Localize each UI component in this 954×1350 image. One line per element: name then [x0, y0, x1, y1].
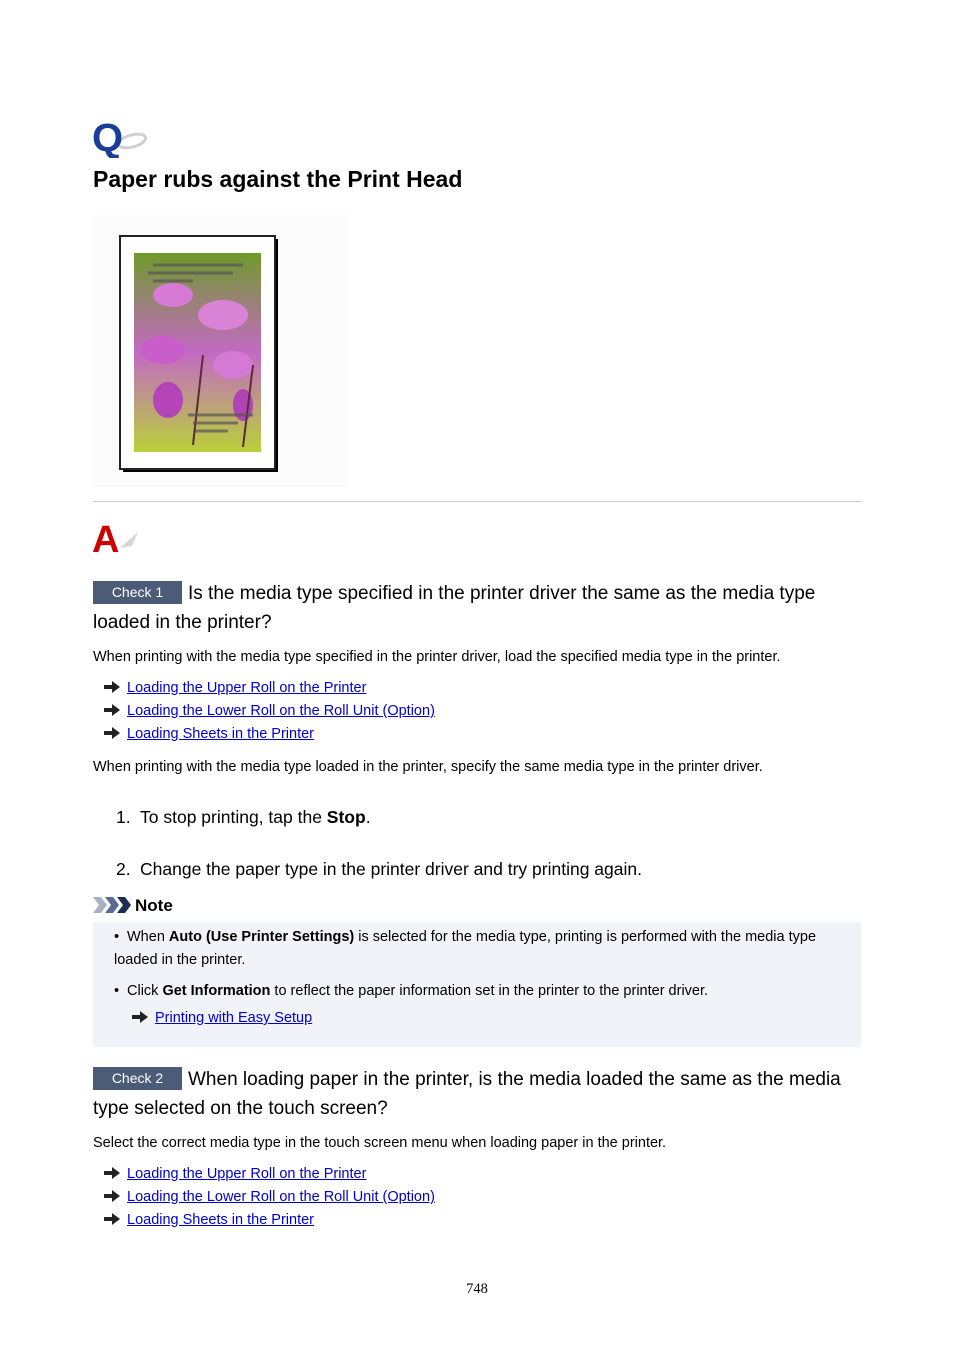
check-1-heading: Check 1 Is the media type specified in th…: [93, 579, 861, 637]
check-1-followup: When printing with the media type loaded…: [93, 759, 763, 775]
link-easy-setup[interactable]: Printing with Easy Setup: [155, 1010, 312, 1026]
link-item: Loading Sheets in the Printer: [104, 723, 435, 746]
arrow-right-icon: [104, 1190, 120, 1202]
note-link-item: Printing with Easy Setup: [132, 1010, 312, 1026]
arrow-right-icon: [104, 1167, 120, 1179]
question-q-icon: Q: [92, 116, 148, 160]
link-lower-roll[interactable]: Loading the Lower Roll on the Roll Unit …: [127, 1189, 435, 1205]
link-upper-roll[interactable]: Loading the Upper Roll on the Printer: [127, 1166, 366, 1182]
arrow-right-icon: [104, 681, 120, 693]
arrow-right-icon: [104, 704, 120, 716]
link-item: Loading the Upper Roll on the Printer: [104, 1163, 435, 1186]
note-heading: Note: [93, 896, 173, 916]
note-item: • When Auto (Use Printer Settings) is sel…: [114, 929, 817, 968]
check-2-question: When loading paper in the printer, is th…: [93, 1069, 841, 1119]
check-1-question: Is the media type specified in the print…: [93, 583, 816, 633]
link-item: Loading the Upper Roll on the Printer: [104, 677, 435, 700]
check-2-links: Loading the Upper Roll on the Printer Lo…: [104, 1163, 435, 1232]
check-1-badge: Check 1: [93, 581, 182, 604]
answer-a-icon: A: [92, 518, 142, 561]
check-2-badge: Check 2: [93, 1067, 182, 1090]
link-item: Loading the Lower Roll on the Roll Unit …: [104, 700, 435, 723]
note-item: • Click Get Information to reflect the pa…: [114, 983, 709, 999]
link-loading-sheets[interactable]: Loading Sheets in the Printer: [127, 726, 314, 742]
page-title: Paper rubs against the Print Head: [93, 166, 463, 192]
link-lower-roll[interactable]: Loading the Lower Roll on the Roll Unit …: [127, 703, 435, 719]
arrow-right-icon: [132, 1011, 148, 1023]
link-item: Loading the Lower Roll on the Roll Unit …: [104, 1186, 435, 1209]
arrow-right-icon: [104, 727, 120, 739]
link-loading-sheets[interactable]: Loading Sheets in the Printer: [127, 1212, 314, 1228]
check-2-intro: Select the correct media type in the tou…: [93, 1135, 667, 1151]
note-chevrons-icon: [93, 897, 131, 913]
check-1-intro: When printing with the media type specif…: [93, 649, 781, 665]
arrow-right-icon: [104, 1213, 120, 1225]
link-upper-roll[interactable]: Loading the Upper Roll on the Printer: [127, 680, 366, 696]
printed-photo-illustration: [93, 215, 348, 487]
check-1-links: Loading the Upper Roll on the Printer Lo…: [104, 677, 435, 746]
svg-text:Q: Q: [92, 118, 123, 158]
check-2-heading: Check 2 When loading paper in the printer…: [93, 1065, 861, 1123]
step-2: 2. Change the paper type in the printer d…: [116, 859, 642, 879]
link-item: Loading Sheets in the Printer: [104, 1209, 435, 1232]
step-1: 1. To stop printing, tap the Stop.: [116, 807, 371, 827]
page-number: 748: [466, 1281, 488, 1297]
svg-text:A: A: [92, 519, 119, 556]
section-divider: [93, 501, 861, 502]
